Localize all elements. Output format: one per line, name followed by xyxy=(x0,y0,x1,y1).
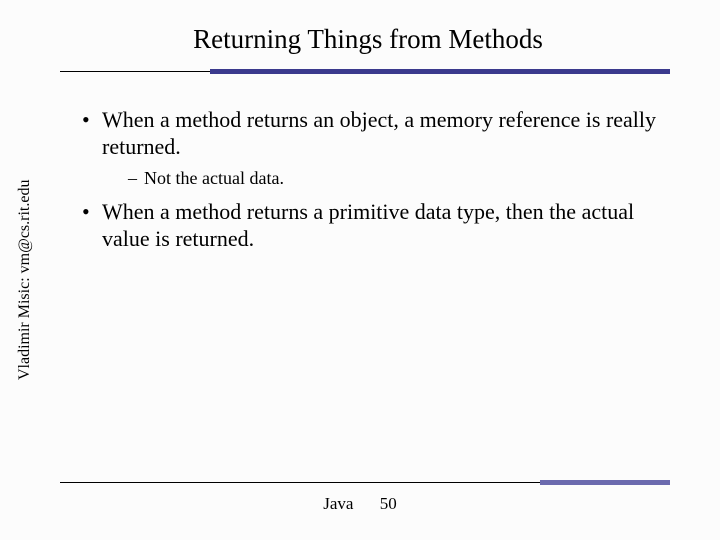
sub-bullet-item: Not the actual data. xyxy=(128,167,666,190)
author-credit: Vladimir Misic: vm@cs.rit.edu xyxy=(16,180,34,380)
bullet-item: When a method returns a primitive data t… xyxy=(82,199,666,253)
page-number: 50 xyxy=(380,494,397,513)
bullet-item: When a method returns an object, a memor… xyxy=(82,107,666,189)
bullet-list: When a method returns an object, a memor… xyxy=(70,107,666,253)
sub-bullet-list: Not the actual data. xyxy=(102,167,666,190)
slide-title: Returning Things from Methods xyxy=(70,24,666,55)
bullet-text: When a method returns an object, a memor… xyxy=(102,107,656,159)
sub-bullet-text: Not the actual data. xyxy=(144,168,284,188)
slide: Returning Things from Methods When a met… xyxy=(0,0,720,540)
bullet-text: When a method returns a primitive data t… xyxy=(102,199,634,251)
title-divider xyxy=(70,69,666,75)
footer: Java 50 xyxy=(0,494,720,514)
footer-divider xyxy=(60,480,670,486)
footer-label: Java xyxy=(323,494,353,513)
